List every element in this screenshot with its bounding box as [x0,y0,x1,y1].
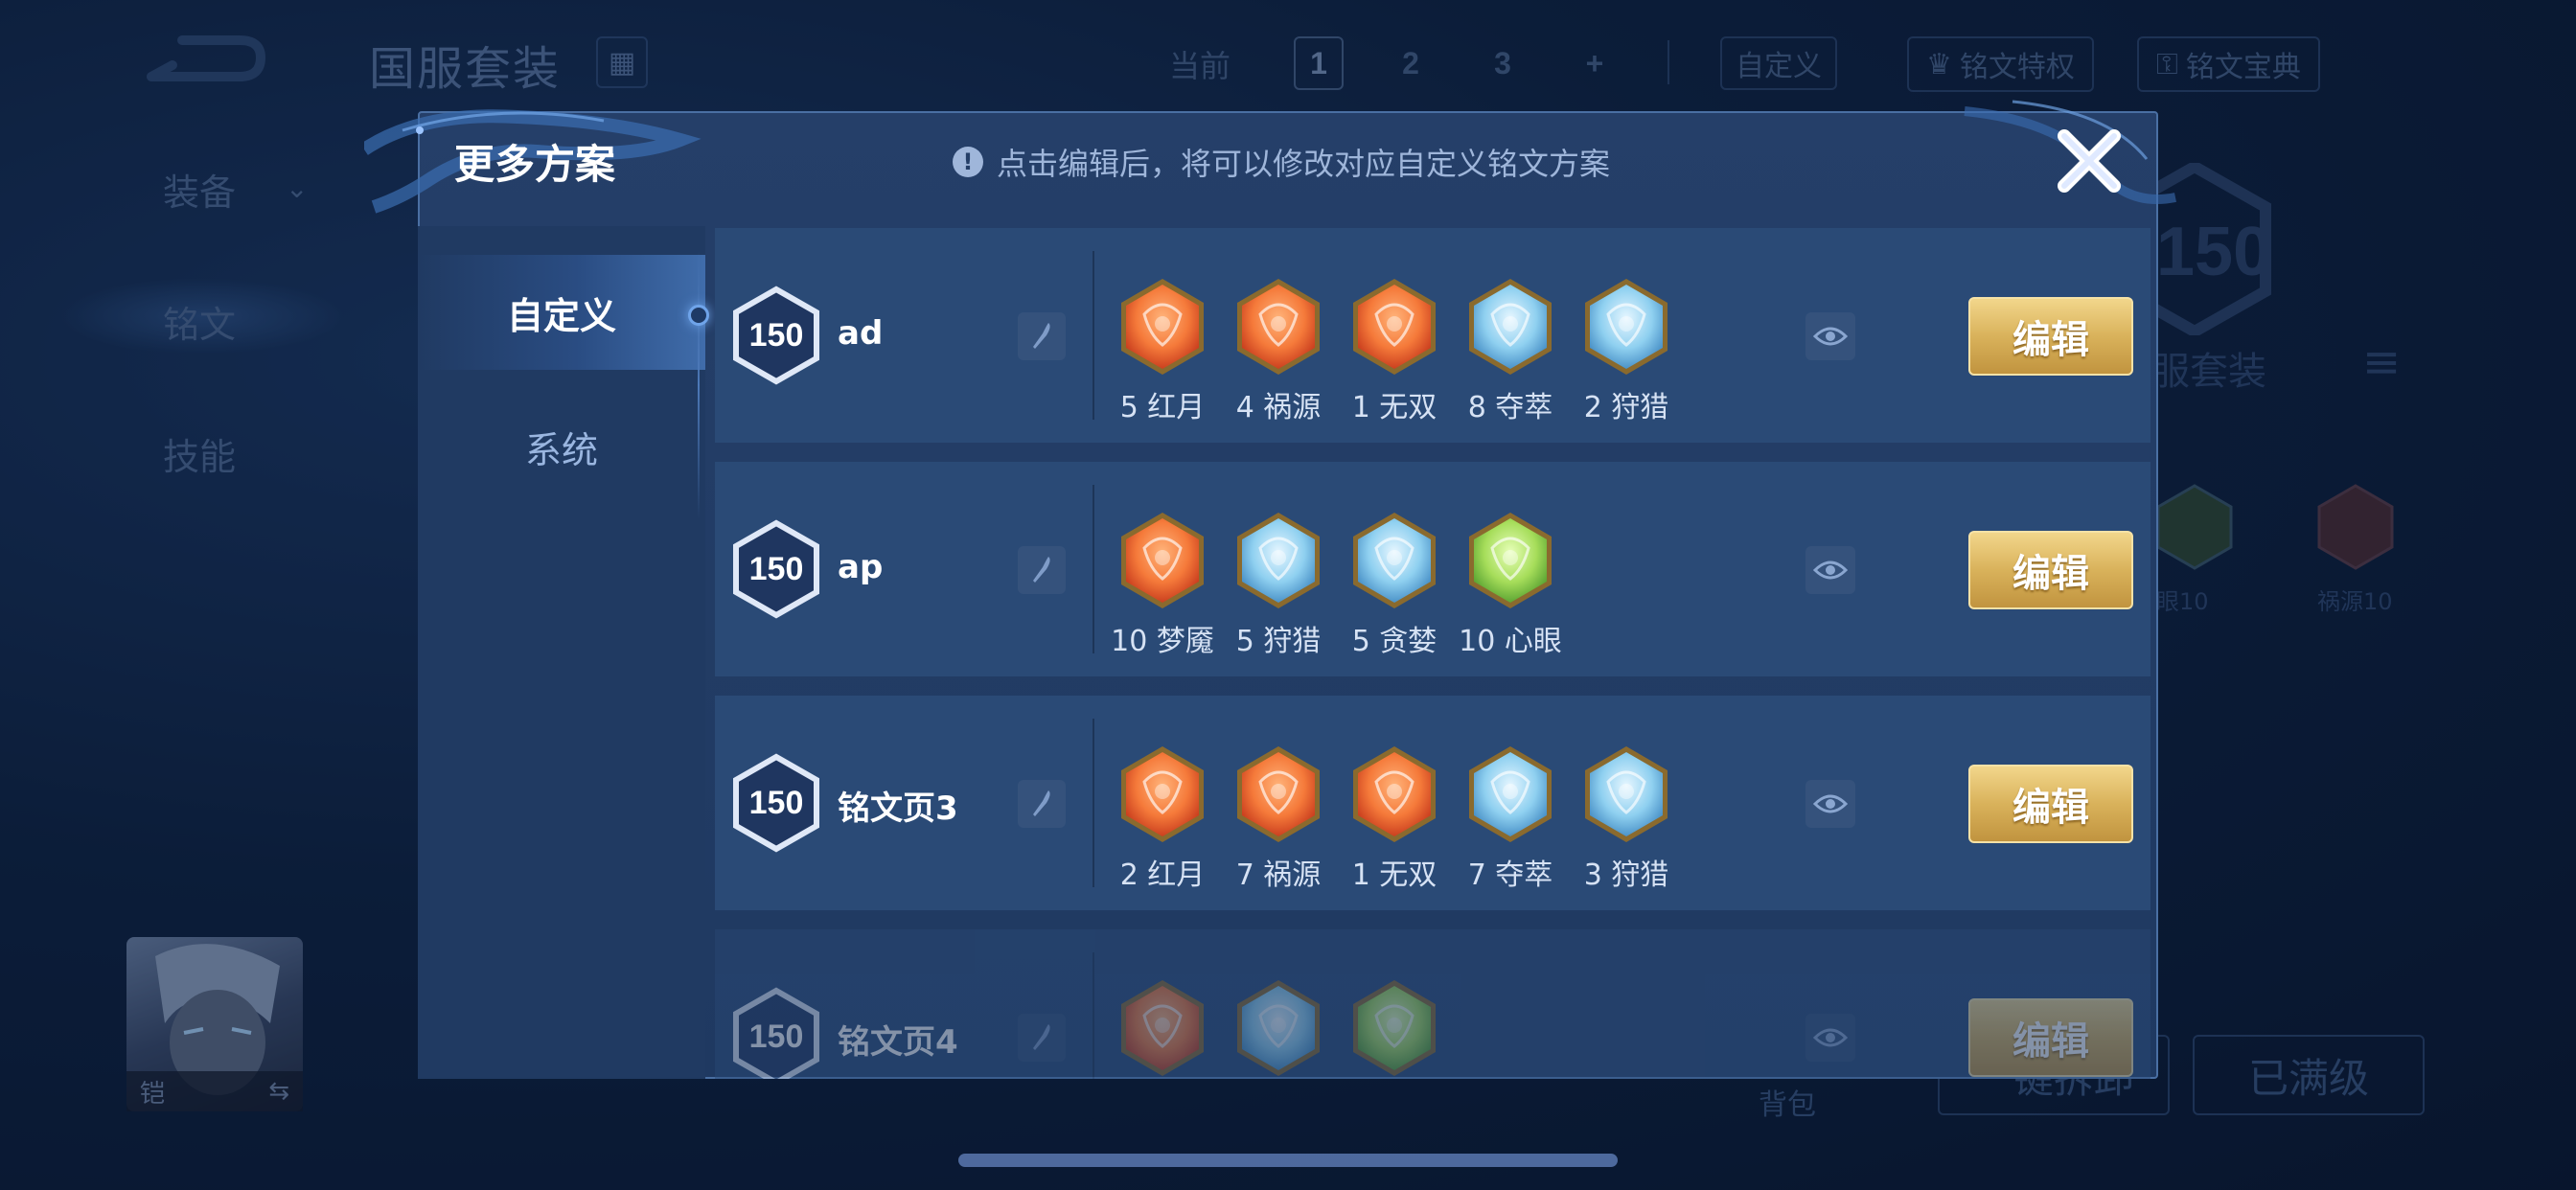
preview-button[interactable] [1806,1014,1855,1062]
rune-label: 10 心眼 [1459,625,1562,658]
row-divider [1092,952,1094,1079]
rune-label: 5 狩猎 [1235,625,1322,658]
rune-label: 2 狩猎 [1583,391,1669,424]
rune-slot[interactable]: 2 红月 [1117,744,1208,892]
rune-slot[interactable] [1349,977,1439,1079]
rename-button[interactable] [1018,312,1066,360]
edit-button[interactable]: 编辑 [1968,998,2133,1077]
eye-icon [1813,1028,1848,1047]
pen-icon [1033,790,1050,816]
rune-slot[interactable]: 7 夺萃 [1465,744,1555,892]
rename-button[interactable] [1018,1014,1066,1062]
eye-icon [1813,794,1848,813]
edit-button[interactable]: 编辑 [1968,531,2133,609]
rune-slot[interactable]: 8 夺萃 [1465,276,1555,424]
edit-button[interactable]: 编辑 [1968,765,2133,843]
rune-label: 8 夺萃 [1467,391,1553,424]
plan-row: 150 ap 10 梦魇 5 狩猎 5 贪婪 10 心眼 编辑 [715,462,2150,676]
rune-slot[interactable]: 4 祸源 [1233,276,1323,424]
tab-system[interactable]: 系统 [418,389,705,504]
pen-icon [1033,557,1050,583]
plan-name: 铭文页4 [838,1023,958,1062]
pen-icon [1033,1024,1050,1050]
plan-row: 150 铭文页4 编辑 [715,929,2150,1079]
plan-level: 150 [748,1018,804,1055]
plan-row: 150 ad 5 红月 4 祸源 1 无双 8 夺萃 2 狩猎 编辑 [715,228,2150,443]
rune-label: 4 祸源 [1235,391,1322,424]
rune-label: 10 梦魇 [1111,625,1214,658]
rune-label: 5 贪婪 [1351,625,1438,658]
rune-slot[interactable] [1233,977,1323,1079]
rune-slot[interactable]: 1 无双 [1349,744,1439,892]
rune-slot[interactable]: 3 狩猎 [1581,744,1671,892]
rename-button[interactable] [1018,780,1066,828]
preview-button[interactable] [1806,312,1855,360]
edit-button[interactable]: 编辑 [1968,297,2133,376]
plan-name: ad [838,314,884,353]
plan-name: 铭文页3 [838,790,958,828]
rune-slot[interactable]: 1 无双 [1349,276,1439,424]
dialog-hint: ! 点击编辑后，将可以修改对应自定义铭文方案 [953,140,1610,184]
eye-icon [1813,327,1848,346]
tab-rail [698,251,700,519]
rename-button[interactable] [1018,546,1066,594]
close-button[interactable] [2051,123,2128,199]
active-tab-indicator [688,305,709,326]
tab-custom[interactable]: 自定义 [418,255,705,370]
rune-slot[interactable] [1117,977,1208,1079]
rune-label: 2 红月 [1119,858,1206,892]
close-icon [2058,129,2121,193]
home-indicator[interactable] [958,1154,1618,1167]
rune-slot[interactable]: 5 贪婪 [1349,510,1439,658]
rune-slot[interactable]: 7 祸源 [1233,744,1323,892]
plan-level: 150 [748,316,804,354]
dialog-tabs: 自定义 系统 [418,226,705,1079]
plan-row: 150 铭文页3 2 红月 7 祸源 1 无双 7 夺萃 3 狩猎 编辑 [715,696,2150,910]
eye-icon [1813,561,1848,580]
preview-button[interactable] [1806,546,1855,594]
preview-button[interactable] [1806,780,1855,828]
hint-text: 点击编辑后，将可以修改对应自定义铭文方案 [997,146,1611,182]
plan-level: 150 [748,784,804,821]
rune-slot[interactable]: 10 梦魇 [1111,510,1214,658]
rune-slot[interactable]: 2 狩猎 [1581,276,1671,424]
dialog-title: 更多方案 [454,141,616,188]
rune-label: 5 红月 [1119,391,1206,424]
plan-list: 150 ad 5 红月 4 祸源 1 无双 8 夺萃 2 狩猎 编辑 150 a… [715,228,2150,1079]
row-divider [1092,719,1094,887]
rune-label: 3 狩猎 [1583,858,1669,892]
row-divider [1092,251,1094,420]
pen-icon [1033,323,1050,349]
rune-slot[interactable]: 10 心眼 [1459,510,1562,658]
rune-label: 1 无双 [1351,858,1438,892]
rune-label: 1 无双 [1351,391,1438,424]
plan-level: 150 [748,550,804,587]
row-divider [1092,485,1094,653]
info-icon: ! [953,147,983,177]
rune-slot[interactable]: 5 红月 [1117,276,1208,424]
rune-label: 7 夺萃 [1467,858,1553,892]
rune-slot[interactable]: 5 狩猎 [1233,510,1323,658]
plan-name: ap [838,548,884,586]
rune-label: 7 祸源 [1235,858,1322,892]
